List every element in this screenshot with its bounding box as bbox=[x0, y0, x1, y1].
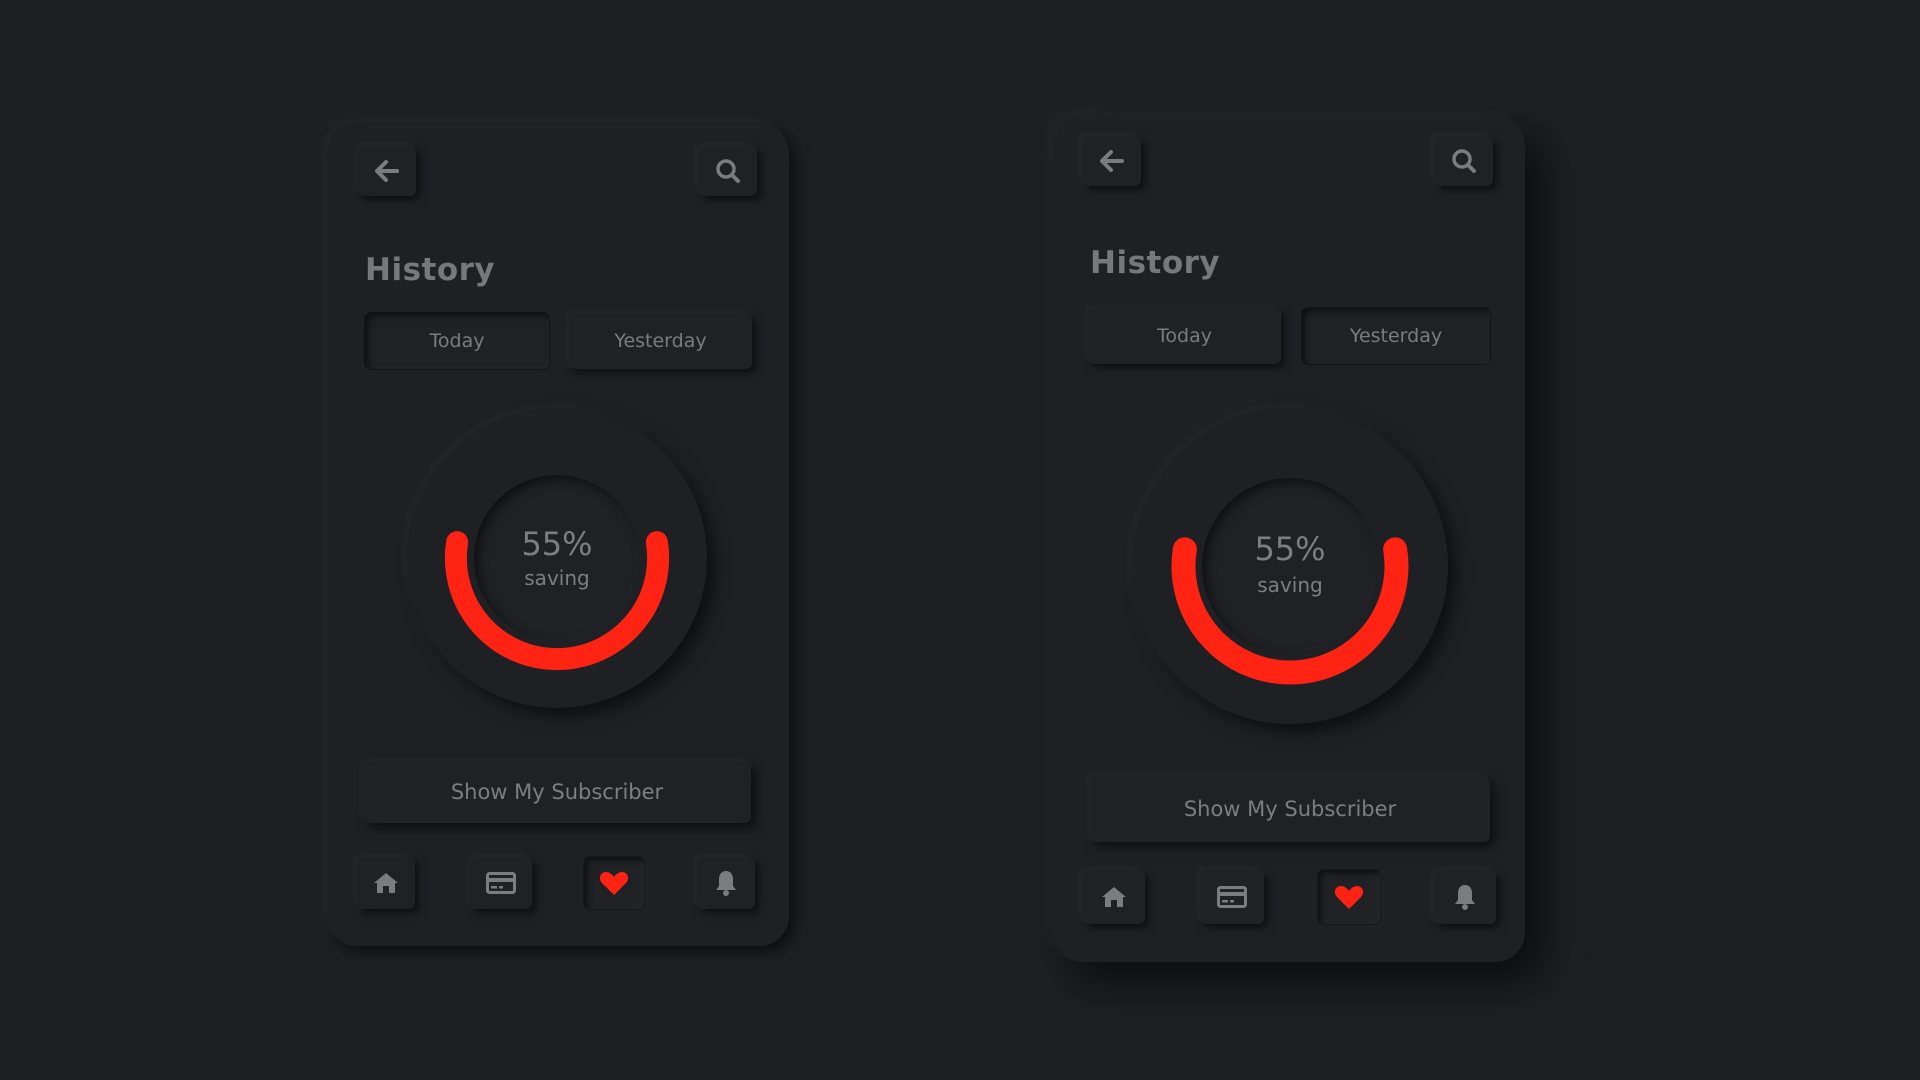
canvas: History Today Yesterday 55% saving Show … bbox=[0, 0, 1920, 1080]
tab-today[interactable]: Today bbox=[365, 313, 549, 369]
tab-yesterday[interactable]: Yesterday bbox=[569, 313, 752, 369]
page-title: History bbox=[365, 252, 496, 288]
nav-notifications-button[interactable] bbox=[1434, 870, 1496, 924]
home-icon bbox=[373, 872, 399, 894]
show-subscriber-label: Show My Subscriber bbox=[1183, 797, 1397, 821]
search-icon bbox=[1451, 148, 1477, 174]
bell-icon bbox=[714, 869, 738, 897]
nav-home-button[interactable] bbox=[1083, 870, 1145, 924]
card-icon bbox=[486, 872, 516, 894]
gauge-value: 55% bbox=[1254, 530, 1326, 568]
gauge-value: 55% bbox=[521, 525, 593, 563]
back-button[interactable] bbox=[1083, 136, 1141, 186]
tab-label: Today bbox=[429, 330, 485, 352]
gauge-label: saving bbox=[524, 566, 590, 590]
gauge-label: saving bbox=[1257, 573, 1323, 597]
savings-gauge: 55% saving bbox=[1132, 408, 1448, 724]
bell-icon bbox=[1453, 883, 1477, 911]
search-button[interactable] bbox=[1435, 136, 1493, 186]
tab-label: Yesterday bbox=[614, 330, 707, 352]
nav-card-button[interactable] bbox=[1200, 870, 1264, 924]
nav-home-button[interactable] bbox=[357, 857, 415, 909]
back-arrow-icon bbox=[1099, 149, 1125, 173]
heart-icon bbox=[599, 870, 629, 896]
show-subscriber-label: Show My Subscriber bbox=[450, 780, 664, 804]
nav-favorite-button[interactable] bbox=[584, 857, 644, 909]
back-button[interactable] bbox=[358, 146, 416, 196]
heart-icon bbox=[1334, 884, 1364, 910]
tab-yesterday[interactable]: Yesterday bbox=[1302, 308, 1490, 364]
savings-gauge: 55% saving bbox=[407, 408, 707, 708]
home-icon bbox=[1101, 886, 1127, 908]
nav-notifications-button[interactable] bbox=[697, 857, 755, 909]
back-arrow-icon bbox=[374, 159, 400, 183]
card-icon bbox=[1217, 886, 1247, 908]
nav-card-button[interactable] bbox=[470, 857, 532, 909]
search-icon bbox=[715, 158, 741, 184]
show-subscriber-button[interactable]: Show My Subscriber bbox=[1090, 776, 1490, 842]
tab-label: Today bbox=[1157, 325, 1212, 347]
tab-today[interactable]: Today bbox=[1088, 308, 1281, 364]
nav-favorite-button[interactable] bbox=[1318, 870, 1380, 924]
phone-screen-right: History Today Yesterday 55% saving Show … bbox=[1053, 116, 1525, 962]
show-subscriber-button[interactable]: Show My Subscriber bbox=[363, 761, 751, 823]
page-title: History bbox=[1090, 245, 1221, 281]
phone-screen-left: History Today Yesterday 55% saving Show … bbox=[327, 123, 789, 946]
search-button[interactable] bbox=[699, 146, 757, 196]
tab-label: Yesterday bbox=[1349, 325, 1443, 347]
